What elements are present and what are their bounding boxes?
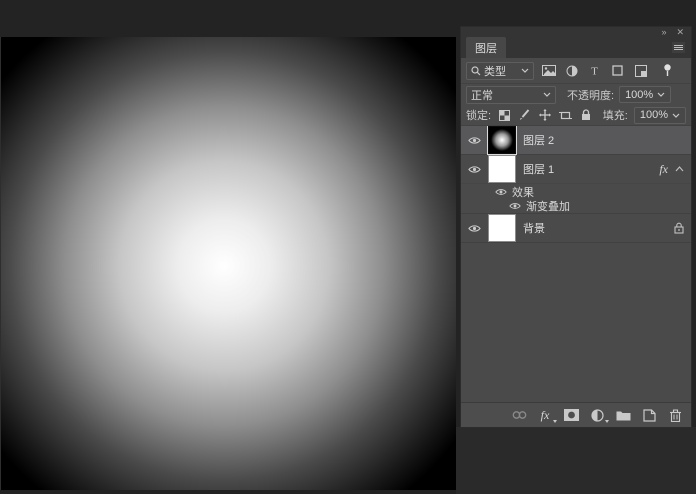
- chevron-down-icon: [521, 68, 529, 73]
- mini-arrow-icon: [605, 420, 609, 423]
- fill-label: 填充:: [603, 107, 628, 123]
- collapse-panel-icon[interactable]: »: [661, 28, 666, 37]
- new-adjustment-layer-button[interactable]: [589, 407, 605, 423]
- visibility-eye-icon[interactable]: [468, 136, 481, 145]
- tab-layers-label: 图层: [475, 40, 497, 56]
- collapse-effects-chevron-icon[interactable]: [675, 166, 684, 172]
- opacity-field[interactable]: 100%: [619, 86, 671, 103]
- layer-name[interactable]: 图层 2: [523, 132, 554, 148]
- layer-thumbnail-white[interactable]: [489, 156, 515, 182]
- filter-type-layers-icon[interactable]: T: [586, 62, 603, 79]
- panel-bottom-toolbar: fx: [461, 402, 691, 427]
- blend-mode-dropdown[interactable]: 正常: [466, 86, 556, 104]
- filter-pixel-layers-icon[interactable]: [540, 62, 557, 79]
- add-layer-mask-button[interactable]: [563, 407, 579, 423]
- background-lock-icon: [674, 222, 684, 234]
- layers-list: 图层 2 图层 1 fx 效果 渐变叠加: [461, 126, 691, 402]
- link-layers-icon[interactable]: [511, 407, 527, 423]
- visibility-eye-icon[interactable]: [468, 165, 481, 174]
- lock-all-icon[interactable]: [578, 107, 592, 123]
- fx-label: fx: [541, 408, 550, 423]
- blend-mode-value: 正常: [471, 87, 493, 103]
- visibility-eye-icon[interactable]: [509, 202, 521, 210]
- photoshop-workspace: { "window": { "collapse_glyph": "»", "cl…: [0, 0, 696, 494]
- mini-arrow-icon: [553, 420, 557, 423]
- effect-item-row-gradient-overlay[interactable]: 渐变叠加: [461, 199, 691, 214]
- filter-type-label: 类型: [484, 63, 506, 79]
- layer-thumbnail-gradient[interactable]: [489, 127, 515, 153]
- lock-transparency-icon[interactable]: [497, 107, 511, 123]
- layer-row-background[interactable]: 背景: [461, 214, 691, 243]
- lock-label: 锁定:: [466, 107, 491, 123]
- chevron-down-icon: [657, 92, 665, 97]
- new-layer-button[interactable]: [641, 407, 657, 423]
- filter-adjustment-layers-icon[interactable]: [563, 62, 580, 79]
- layer-name[interactable]: 图层 1: [523, 161, 554, 177]
- add-layer-style-fx-button[interactable]: fx: [537, 407, 553, 423]
- effect-item-label: 渐变叠加: [526, 198, 570, 214]
- filter-toggle-pin-icon[interactable]: [659, 62, 676, 79]
- delete-layer-trash-button[interactable]: [667, 407, 683, 423]
- lock-position-move-icon[interactable]: [538, 107, 552, 123]
- filter-type-dropdown[interactable]: 类型: [466, 62, 534, 80]
- close-panel-icon[interactable]: ✕: [676, 28, 684, 37]
- filter-shape-layers-icon[interactable]: [609, 62, 626, 79]
- svg-text:T: T: [591, 66, 598, 77]
- layer-name[interactable]: 背景: [523, 220, 545, 236]
- fill-value: 100%: [640, 109, 668, 121]
- layer-fx-badge[interactable]: fx: [659, 162, 668, 177]
- new-group-folder-button[interactable]: [615, 407, 631, 423]
- blend-opacity-row: 正常 不透明度: 100%: [461, 84, 691, 105]
- lock-pixels-brush-icon[interactable]: [517, 107, 531, 123]
- layer-filter-row: 类型 T: [461, 58, 691, 84]
- fill-field[interactable]: 100%: [634, 107, 686, 124]
- panel-titlebar: » ✕: [461, 27, 691, 37]
- visibility-eye-icon[interactable]: [495, 188, 507, 196]
- opacity-value: 100%: [625, 89, 653, 101]
- chevron-down-icon: [672, 113, 680, 118]
- panel-tabbar: 图层: [461, 37, 691, 58]
- layer-thumbnail-white[interactable]: [489, 215, 515, 241]
- visibility-eye-icon[interactable]: [468, 224, 481, 233]
- lock-artboard-icon[interactable]: [558, 107, 572, 123]
- panel-menu-icon[interactable]: [672, 42, 685, 53]
- layer-row-layer2[interactable]: 图层 2: [461, 126, 691, 155]
- filter-smart-objects-icon[interactable]: [632, 62, 649, 79]
- effects-group-row[interactable]: 效果: [461, 184, 691, 199]
- document-canvas[interactable]: [0, 37, 456, 490]
- chevron-down-icon: [543, 92, 551, 97]
- opacity-label: 不透明度:: [567, 87, 614, 103]
- layer-row-layer1[interactable]: 图层 1 fx: [461, 155, 691, 184]
- workspace-background: [456, 427, 696, 494]
- search-icon: [471, 66, 481, 76]
- lock-fill-row: 锁定: 填充: 100%: [461, 105, 691, 126]
- layers-panel: » ✕ 图层 类型 T: [461, 27, 691, 427]
- tab-layers[interactable]: 图层: [466, 37, 506, 58]
